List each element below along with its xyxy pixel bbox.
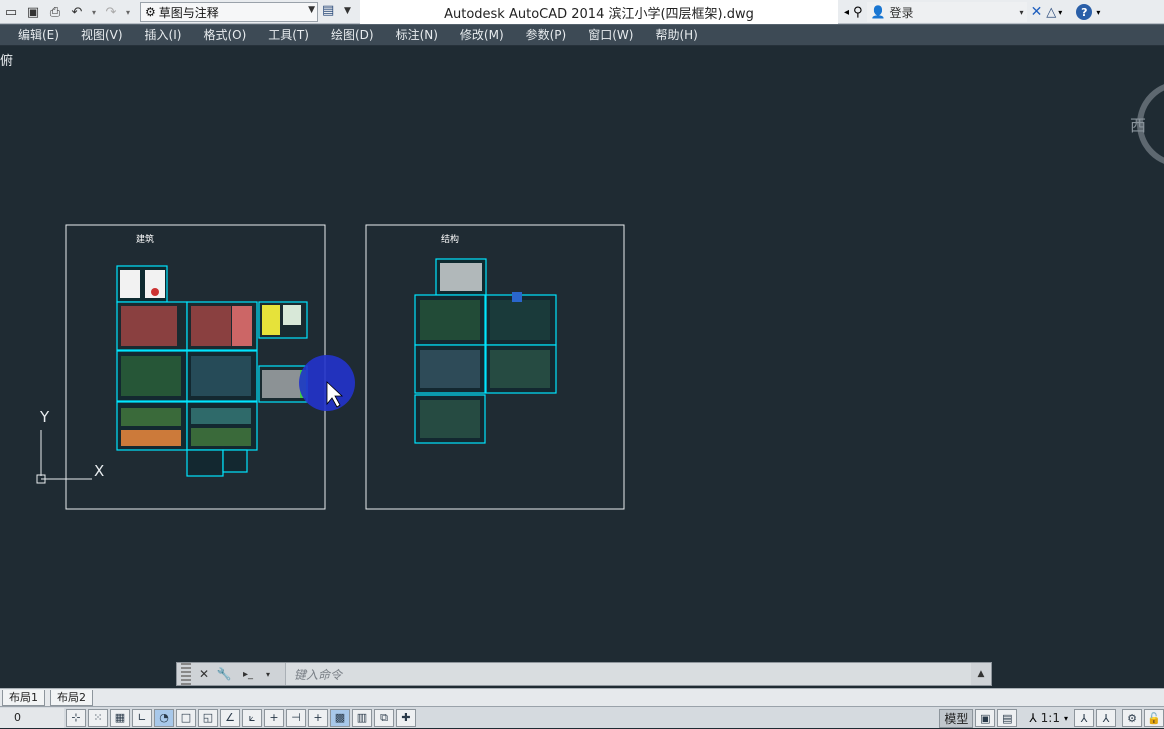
infer-constraints-icon[interactable]: ⊹ (66, 708, 86, 727)
binoculars-icon[interactable]: ⚲ (853, 5, 863, 20)
signin-label: 登录 (889, 5, 914, 20)
menu-insert[interactable]: 插入(I) (134, 24, 193, 46)
chevron-down-icon[interactable]: ▾ (1064, 714, 1068, 723)
autodesk360-icon[interactable]: △ (1046, 5, 1056, 20)
infocenter: ◂ ⚲ 👤 登录 ▾ ✕ △ ▾ ? ▾ (840, 0, 1164, 24)
save-as-icon[interactable]: ▣ (23, 2, 43, 22)
auto-scale-icon[interactable]: ⅄ (1096, 709, 1116, 727)
ucs-y-label: Y (40, 408, 50, 426)
menu-parametric[interactable]: 参数(P) (515, 24, 578, 46)
command-input[interactable]: 键入命令 (285, 663, 971, 685)
ucs-x-label: X (94, 462, 105, 480)
menu-draw[interactable]: 绘图(D) (320, 24, 385, 46)
annotation-scale-icon[interactable]: ⅄ (1029, 711, 1036, 725)
grid-icon[interactable]: ▦ (110, 708, 130, 727)
object-snap-icon[interactable]: □ (176, 708, 196, 727)
menu-format[interactable]: 格式(O) (192, 24, 257, 46)
sc-icon[interactable]: ✚ (396, 708, 416, 727)
menu-help[interactable]: 帮助(H) (644, 24, 708, 46)
quick-view-drawings-icon[interactable]: ▤ (997, 709, 1018, 727)
menu-view[interactable]: 视图(V) (70, 24, 134, 46)
snap-mode-icon[interactable]: ⁙ (88, 708, 108, 727)
structure-title: 结构 (441, 235, 460, 245)
status-right: 模型 ▣ ▤ ⅄ 1:1 ▾ ⅄ ⅄ ⚙ 🔓 (939, 707, 1164, 729)
lock-icon[interactable]: 🔓 (1144, 709, 1164, 727)
title-bar: ▭ ▣ ⎙ ↶ ▾ ↷ ▾ ⚙ 草图与注释 ▼ ▤ ▼ Autodesk Aut… (0, 0, 1164, 24)
command-prompt-icon[interactable]: ▸_ (239, 665, 257, 683)
polar-tracking-icon[interactable]: ◔ (154, 708, 174, 727)
command-line: ✕ 🔧 ▸_ ▾ 键入命令 ▲ (176, 662, 992, 686)
command-grip[interactable] (181, 663, 191, 685)
user-icon: 👤 (870, 5, 886, 19)
close-icon[interactable]: ✕ (195, 665, 213, 683)
chevron-down-icon[interactable]: ▾ (259, 665, 277, 683)
tab-layout1[interactable]: 布局1 (2, 690, 45, 706)
menu-dimension[interactable]: 标注(N) (385, 24, 449, 46)
chevron-down-icon: ▼ (308, 5, 315, 15)
workspace-select[interactable]: ⚙ 草图与注释 ▼ (140, 2, 318, 22)
gear-icon: ⚙ (145, 5, 156, 19)
annotation-monitor-icon[interactable]: ⧉ (374, 708, 394, 727)
chevron-up-icon[interactable]: ▲ (971, 669, 991, 679)
chevron-down-icon[interactable]: ▾ (1096, 8, 1100, 17)
quick-view-layouts-icon[interactable]: ▣ (975, 709, 996, 727)
coordinate-readout: 0 (0, 707, 64, 728)
quick-access-toolbar: ▭ ▣ ⎙ ↶ ▾ ↷ ▾ (0, 0, 134, 24)
layout-tabs: 布局1 布局2 (0, 688, 1164, 706)
exchange-icon[interactable]: ✕ (1031, 4, 1043, 20)
ortho-icon[interactable]: ∟ (132, 708, 152, 727)
status-bar: 0 ⊹ ⁙ ▦ ∟ ◔ □ ◱ ∠ ⟀ + ⊣ + ▩ ▥ ⧉ ✚ 模型 ▣ ▤… (0, 706, 1164, 728)
window-title: Autodesk AutoCAD 2014 滨江小学(四层框架).dwg (360, 0, 838, 24)
chevron-down-icon[interactable]: ▾ (1058, 8, 1062, 17)
wrench-icon[interactable]: 🔧 (215, 665, 233, 683)
chevron-down-icon: ▾ (1019, 7, 1024, 17)
object-tracking-icon[interactable]: ∠ (220, 708, 240, 727)
quick-properties-icon[interactable]: ▩ (330, 708, 350, 727)
transparency-icon[interactable]: + (308, 708, 328, 727)
print-icon[interactable]: ⎙ (45, 2, 65, 22)
lineweight-icon[interactable]: ⊣ (286, 708, 306, 727)
dynamic-ucs-icon[interactable]: ⟀ (242, 708, 262, 727)
structure-sheets (414, 258, 557, 444)
drawing-canvas (36, 84, 1164, 510)
ucs-icon (36, 430, 92, 484)
workspace-label: 草图与注释 (158, 5, 219, 20)
annotation-visibility-icon[interactable]: ⅄ (1074, 709, 1094, 727)
drawing-viewport[interactable]: 俯 建筑 结构 Y X 西 (0, 46, 1164, 660)
qat-customize-icon[interactable]: ▼ (344, 6, 351, 16)
menu-bar: 编辑(E) 视图(V) 插入(I) 格式(O) 工具(T) 绘图(D) 标注(N… (0, 24, 1164, 46)
redo-icon[interactable]: ↷ (101, 2, 121, 22)
model-space-label[interactable]: 模型 (939, 708, 974, 728)
annotation-scale[interactable]: 1:1 (1037, 711, 1064, 725)
undo-icon[interactable]: ↶ (67, 2, 87, 22)
3d-osnap-icon[interactable]: ◱ (198, 708, 218, 727)
menu-tools[interactable]: 工具(T) (257, 24, 320, 46)
architecture-sheets (116, 265, 308, 477)
help-icon[interactable]: ? (1076, 4, 1093, 20)
redo-dropdown-icon[interactable]: ▾ (123, 2, 133, 22)
menu-window[interactable]: 窗口(W) (577, 24, 644, 46)
menu-edit[interactable]: 编辑(E) (0, 24, 70, 46)
selection-cycling-icon[interactable]: ▥ (352, 708, 372, 727)
menu-modify[interactable]: 修改(M) (449, 24, 515, 46)
workspace-switching-icon[interactable]: ⚙ (1122, 709, 1142, 727)
tab-layout2[interactable]: 布局2 (50, 690, 93, 706)
signin-box[interactable]: 👤 登录 ▾ (866, 2, 1027, 22)
collapse-icon[interactable]: ◂ (844, 7, 849, 18)
undo-dropdown-icon[interactable]: ▾ (89, 2, 99, 22)
viewcube-west-label[interactable]: 西 (1130, 112, 1146, 136)
architecture-title: 建筑 (136, 235, 155, 245)
save-icon[interactable]: ▭ (1, 2, 21, 22)
layer-properties-icon[interactable]: ▤ (322, 3, 340, 21)
dynamic-input-icon[interactable]: + (264, 708, 284, 727)
